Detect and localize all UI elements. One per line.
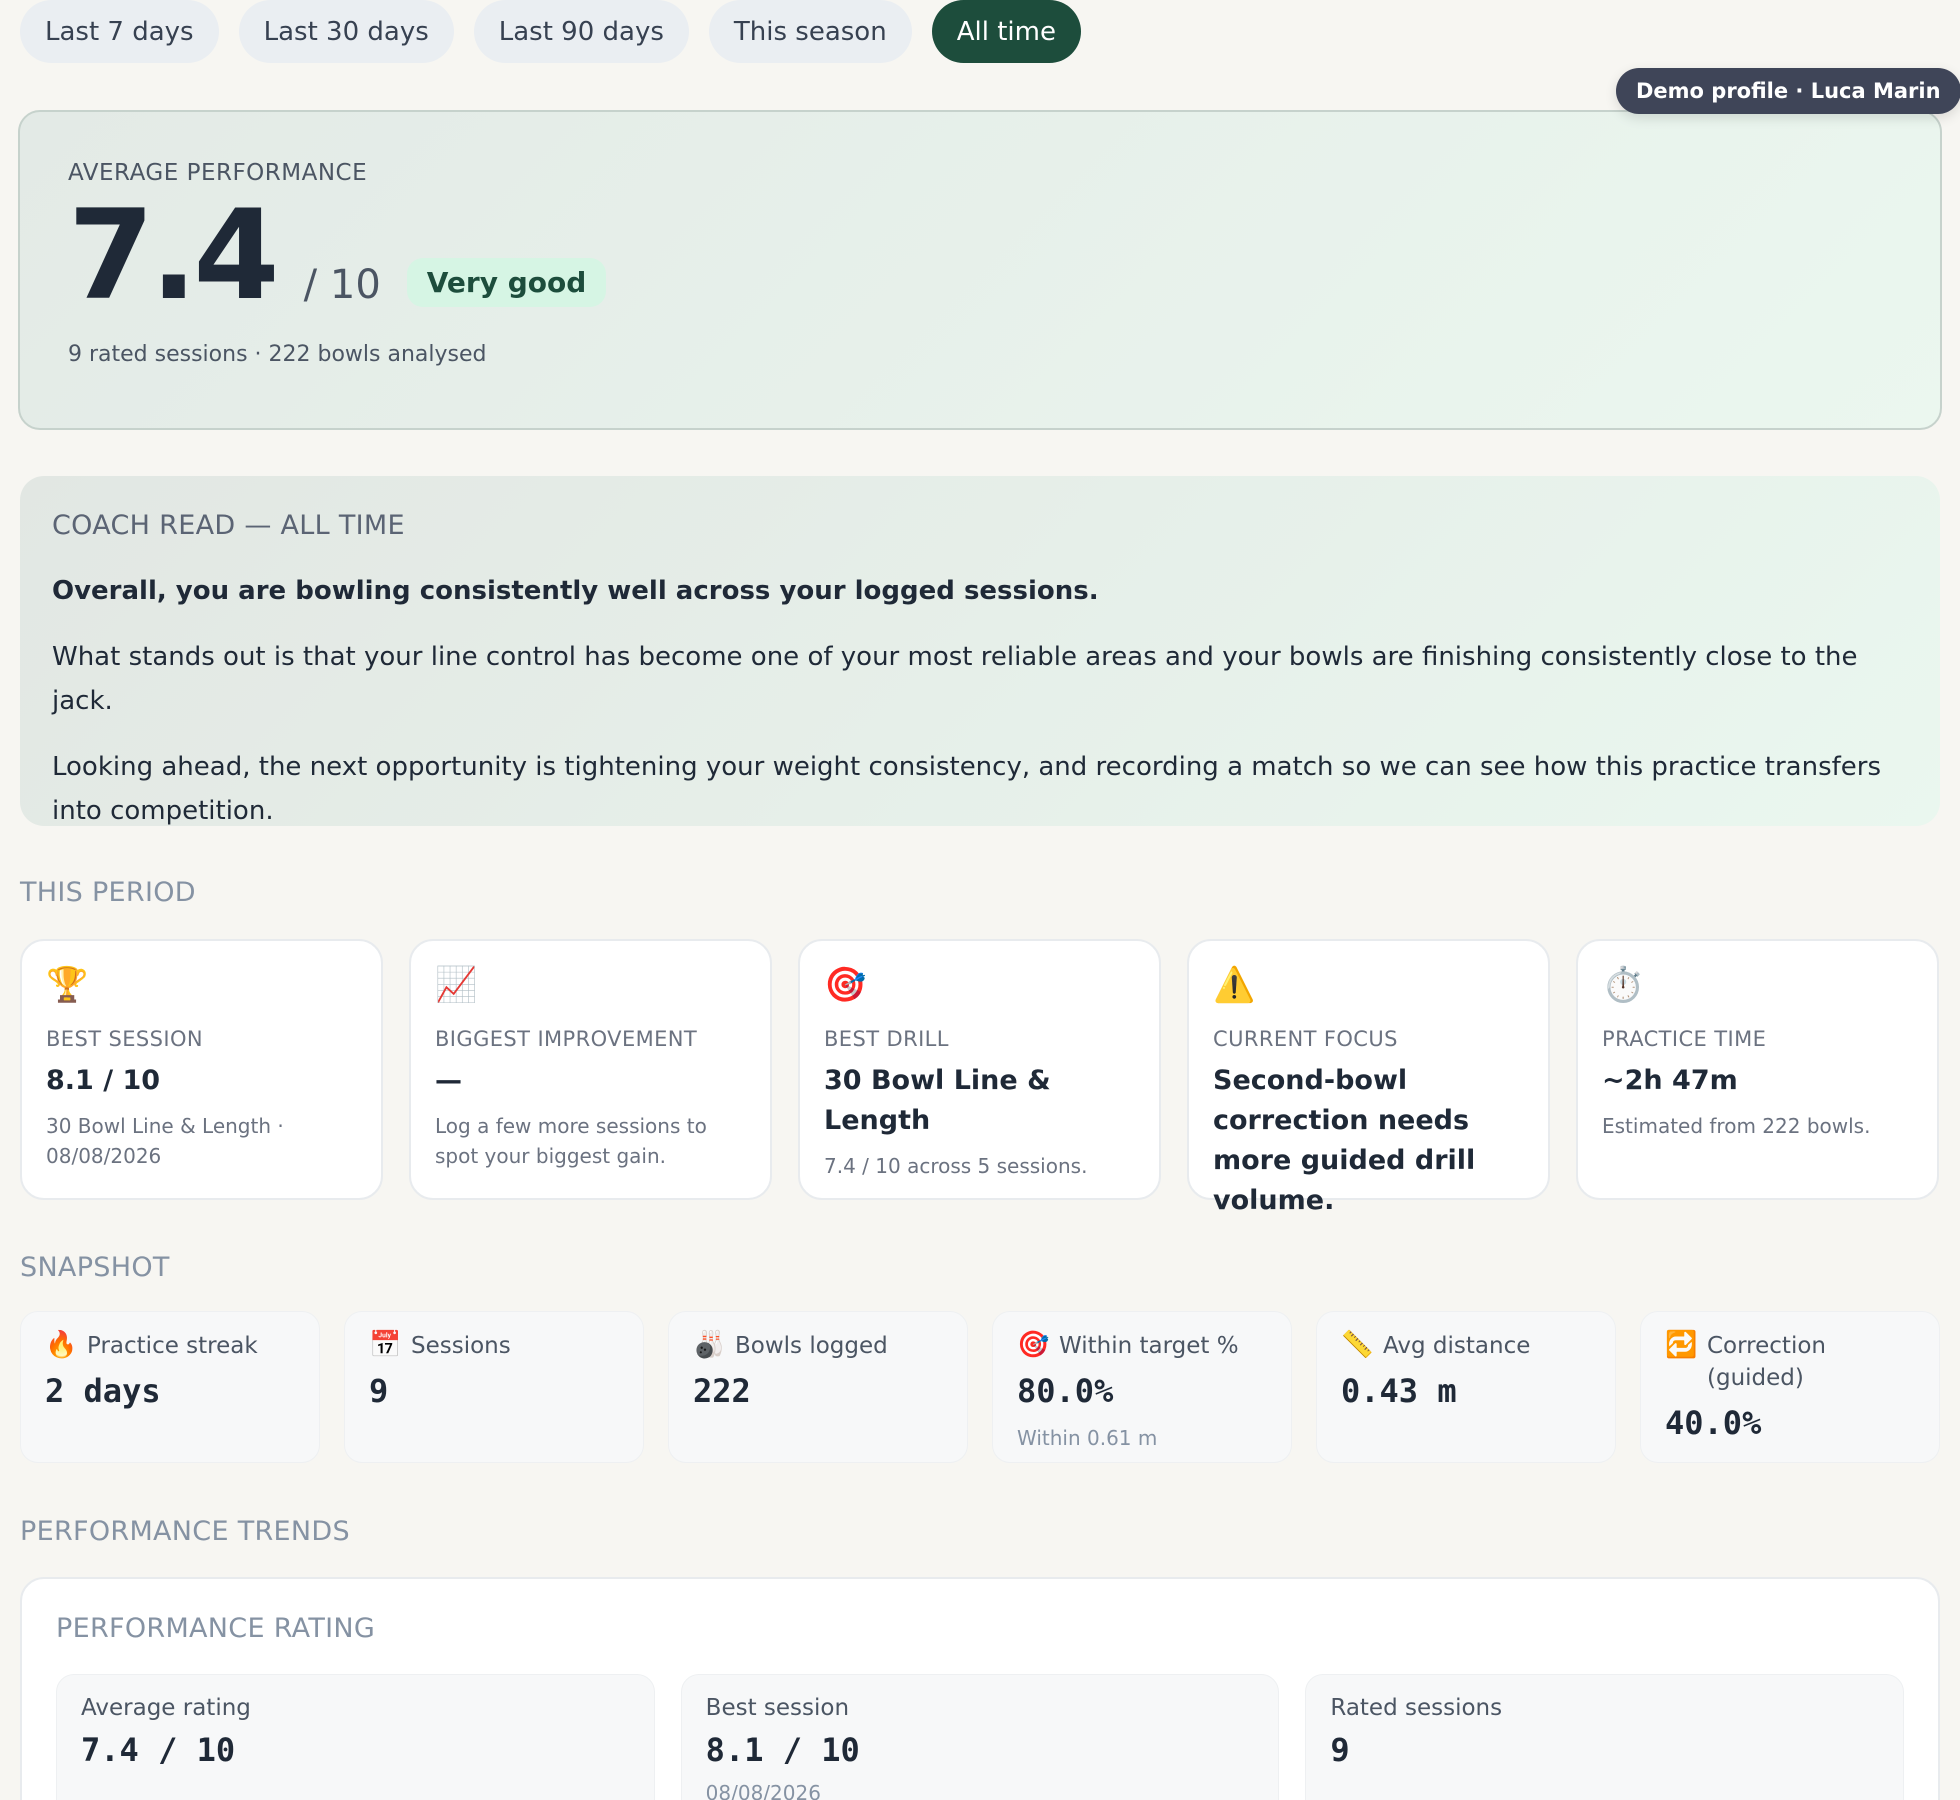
performance-rating-card: PERFORMANCE RATING Average rating 7.4 / …: [20, 1577, 1940, 1800]
coach-read-paragraph: Looking ahead, the next opportunity is t…: [52, 752, 1882, 826]
card-value: —: [435, 1065, 462, 1096]
card-note: Log a few more sessions to spot your big…: [435, 1114, 707, 1168]
performance-rating-stats: Average rating 7.4 / 10 Best session 8.1…: [56, 1674, 1905, 1800]
stat-value: 80.0%: [1017, 1372, 1114, 1410]
rated-sessions-stat: Rated sessions 9: [1305, 1674, 1905, 1800]
filter-this-season[interactable]: This season: [708, 0, 912, 63]
stat-value: 9: [369, 1372, 389, 1410]
ruler-icon: 📏: [1341, 1330, 1374, 1360]
stat-label: Rated sessions: [1330, 1695, 1503, 1721]
card-note: 30 Bowl Line & Length · 08/08/2026: [46, 1114, 284, 1168]
biggest-improvement-card: 📈 BIGGEST IMPROVEMENT — Log a few more s…: [409, 939, 772, 1200]
filter-last-7-days[interactable]: Last 7 days: [20, 0, 219, 63]
stat-value: 40.0%: [1665, 1404, 1762, 1442]
coach-read-lead: Overall, you are bowling consistently we…: [52, 576, 1099, 606]
stopwatch-icon: ⏱️: [1602, 965, 1645, 1005]
stat-value: 7.4 / 10: [81, 1731, 236, 1769]
stat-value: 0.43 m: [1341, 1372, 1457, 1410]
coach-read-paragraph: What stands out is that your line contro…: [52, 642, 1858, 716]
bowls-logged-card: 🎳 Bowls logged 222: [668, 1311, 968, 1463]
average-performance-card: AVERAGE PERFORMANCE 7.4 / 10 Very good 9…: [18, 110, 1942, 430]
within-target-card: 🎯 Within target % 80.0% Within 0.61 m: [992, 1311, 1292, 1463]
stat-note: 08/08/2026: [705, 1781, 821, 1800]
sessions-summary: 9 rated sessions · 222 bowls analysed: [68, 342, 487, 367]
filter-last-30-days[interactable]: Last 30 days: [238, 0, 454, 63]
average-score: 7.4: [68, 184, 280, 328]
card-value: 8.1 / 10: [46, 1065, 161, 1096]
filter-last-90-days[interactable]: Last 90 days: [473, 0, 689, 63]
stat-label: Sessions: [411, 1333, 511, 1359]
score-row: 7.4 / 10 Very good: [68, 194, 1892, 318]
best-drill-card: 🎯 BEST DRILL 30 Bowl Line & Length 7.4 /…: [798, 939, 1161, 1200]
stat-label: Avg distance: [1383, 1333, 1531, 1359]
filter-all-time[interactable]: All time: [931, 0, 1081, 63]
correction-guided-card: 🔁 Correction (guided) 40.0%: [1640, 1311, 1940, 1463]
chart-increasing-icon: 📈: [435, 965, 478, 1005]
card-note: 7.4 / 10 across 5 sessions.: [824, 1154, 1088, 1178]
performance-rating-title: PERFORMANCE RATING: [56, 1613, 376, 1644]
stat-label: Practice streak: [87, 1333, 258, 1359]
card-value: 30 Bowl Line & Length: [824, 1065, 1051, 1136]
stat-value: 2 days: [45, 1372, 161, 1410]
stat-value: 9: [1330, 1731, 1350, 1769]
target-icon: 🎯: [824, 965, 867, 1005]
demo-profile-badge: Demo profile · Luca Marin: [1616, 68, 1960, 114]
stat-note: Within 0.61 m: [1017, 1426, 1158, 1450]
practice-time-card: ⏱️ PRACTICE TIME ~2h 47m Estimated from …: [1576, 939, 1939, 1200]
stat-label: Best session: [705, 1695, 850, 1721]
stat-label: Bowls logged: [735, 1333, 888, 1359]
repeat-icon: 🔁: [1665, 1330, 1698, 1360]
warning-icon: ⚠️: [1213, 965, 1256, 1005]
stat-value: 222: [693, 1372, 751, 1410]
bowling-icon: 🎳: [693, 1330, 726, 1360]
card-label: CURRENT FOCUS: [1213, 1027, 1398, 1051]
section-performance-trends: PERFORMANCE TRENDS: [20, 1516, 350, 1547]
practice-streak-card: 🔥 Practice streak 2 days: [20, 1311, 320, 1463]
sessions-card: 📅 Sessions 9: [344, 1311, 644, 1463]
coach-read-title: COACH READ — ALL TIME: [52, 510, 405, 541]
current-focus-card: ⚠️ CURRENT FOCUS Second-bowl correction …: [1187, 939, 1550, 1216]
trophy-icon: 🏆: [46, 965, 89, 1005]
calendar-icon: 📅: [369, 1330, 402, 1360]
snapshot-cards: 🔥 Practice streak 2 days 📅 Sessions 9 🎳 …: [20, 1311, 1940, 1463]
fire-icon: 🔥: [45, 1330, 78, 1360]
section-snapshot: SNAPSHOT: [20, 1252, 170, 1283]
rating-badge: Very good: [406, 258, 607, 307]
target-icon: 🎯: [1017, 1330, 1050, 1360]
average-rating-stat: Average rating 7.4 / 10: [56, 1674, 655, 1800]
stat-label: Average rating: [81, 1695, 251, 1721]
best-session-card: 🏆 BEST SESSION 8.1 / 10 30 Bowl Line & L…: [20, 939, 383, 1200]
coach-read-card: COACH READ — ALL TIME Overall, you are b…: [20, 476, 1940, 826]
card-label: PRACTICE TIME: [1602, 1027, 1767, 1051]
card-value: Second-bowl correction needs more guided…: [1213, 1065, 1476, 1216]
score-out-of: / 10: [303, 262, 381, 308]
best-session-stat: Best session 8.1 / 10 08/08/2026: [680, 1674, 1280, 1800]
section-this-period: THIS PERIOD: [20, 877, 196, 908]
this-period-cards: 🏆 BEST SESSION 8.1 / 10 30 Bowl Line & L…: [20, 939, 1939, 1216]
average-performance-label: AVERAGE PERFORMANCE: [68, 160, 368, 186]
card-label: BIGGEST IMPROVEMENT: [435, 1027, 698, 1051]
stat-label: Within target %: [1059, 1333, 1239, 1359]
avg-distance-card: 📏 Avg distance 0.43 m: [1316, 1311, 1616, 1463]
stat-value: 8.1 / 10: [705, 1731, 860, 1769]
stat-label: Correction (guided): [1707, 1333, 1826, 1391]
card-value: ~2h 47m: [1602, 1065, 1738, 1096]
date-range-filters: Last 7 days Last 30 days Last 90 days Th…: [20, 0, 1081, 63]
card-label: BEST DRILL: [824, 1027, 949, 1051]
card-label: BEST SESSION: [46, 1027, 203, 1051]
card-note: Estimated from 222 bowls.: [1602, 1114, 1871, 1138]
